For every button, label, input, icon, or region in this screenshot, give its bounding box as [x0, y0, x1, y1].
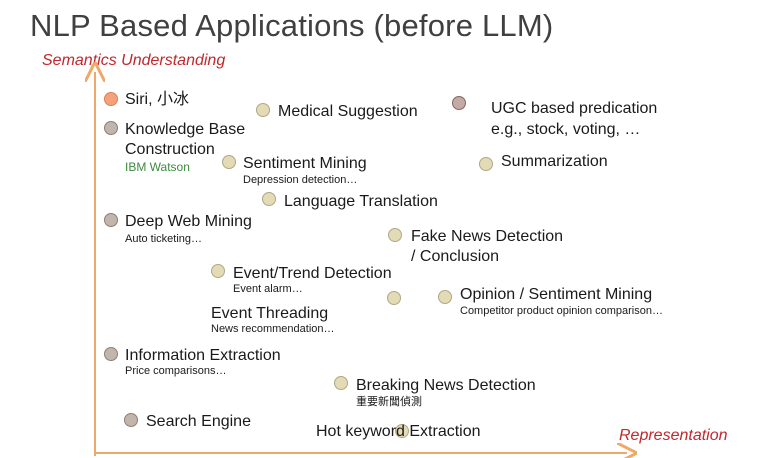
medical-dot [256, 103, 270, 117]
opinion-sub: Competitor product opinion comparison… [460, 305, 663, 317]
ugc-label-1: UGC based predication [491, 100, 658, 117]
event-trend-dot [211, 264, 225, 278]
fakenews-label-2: / Conclusion [411, 248, 500, 265]
summarization-label: Summarization [501, 153, 608, 170]
hotkeyword-label: Hot keyword Extraction [316, 423, 481, 440]
translation-label: Language Translation [284, 193, 438, 210]
threading-sub: News recommendation… [211, 323, 335, 335]
search-engine-label: Search Engine [146, 413, 251, 430]
summarization-dot [479, 157, 493, 171]
siri-dot [104, 92, 118, 106]
fakenews-dot [388, 228, 402, 242]
threading-label: Event Threading [211, 305, 329, 322]
event-trend-sub: Event alarm… [233, 283, 303, 295]
breaking-label: Breaking News Detection [356, 377, 536, 394]
fakenews-label-1: Fake News Detection [411, 228, 564, 245]
kb-sub: IBM Watson [125, 160, 190, 174]
translation-dot [262, 192, 276, 206]
deepweb-label: Deep Web Mining [125, 213, 252, 230]
sentiment-label: Sentiment Mining [243, 155, 367, 172]
breaking-dot [334, 376, 348, 390]
search-engine-dot [124, 413, 138, 427]
info-extraction-sub: Price comparisons… [125, 365, 227, 377]
deepweb-sub: Auto ticketing… [125, 233, 203, 245]
siri-label: Siri, 小冰 [125, 91, 190, 108]
sentiment-dot [222, 155, 236, 169]
kb-dot [104, 121, 118, 135]
threading-dot [387, 291, 401, 305]
kb-label-2: Construction [125, 141, 215, 158]
info-extraction-dot [104, 347, 118, 361]
breaking-sub: 重要新聞偵測 [356, 396, 422, 408]
opinion-label: Opinion / Sentiment Mining [460, 286, 653, 303]
opinion-dot [438, 290, 452, 304]
deepweb-dot [104, 213, 118, 227]
ugc-label-2: e.g., stock, voting, … [491, 121, 641, 138]
medical-label: Medical Suggestion [278, 103, 418, 120]
ugc-dot [452, 96, 466, 110]
info-extraction-label: Information Extraction [125, 347, 281, 364]
kb-label-1: Knowledge Base [125, 121, 246, 138]
event-trend-label: Event/Trend Detection [233, 265, 392, 282]
sentiment-sub: Depression detection… [243, 174, 358, 186]
